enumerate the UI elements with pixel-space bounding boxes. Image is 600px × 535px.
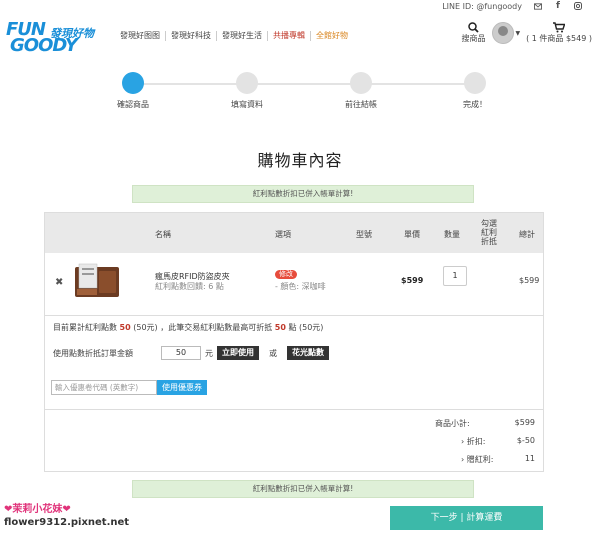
main-nav: 發現好图图 發現好科技 發現好生活 共播專輯 全館好物: [115, 31, 353, 41]
points-section: 目前累計紅利點數 50 (50元) ，此筆交易紅利點數最高可折抵 50 點 (5…: [45, 315, 543, 395]
edit-option-badge[interactable]: 修改: [275, 270, 297, 279]
step-label: 確認商品: [117, 100, 149, 109]
col-pick: 勾選 紅利 折抵: [481, 219, 497, 246]
points-text-c: 點 (50元): [288, 323, 324, 332]
top-bar: LINE ID: @fungoody f: [442, 0, 582, 12]
points-notice-bottom: 紅利點數折扣已併入帳單計算!: [132, 480, 474, 498]
nav-item-5[interactable]: 全館好物: [311, 31, 353, 41]
spend-all-points-button[interactable]: 花光點數: [287, 346, 329, 360]
mail-icon[interactable]: [534, 2, 542, 10]
table-row: ✖ 瘋馬皮RFID防盜皮夾 紅利點數回饋: 6 點 修改 - 顏色: 深咖啡 $…: [45, 253, 543, 319]
coupon-input[interactable]: 輸入優惠卷代碼 (英數字): [51, 380, 157, 395]
or-label: 或: [269, 348, 277, 358]
steps-line: [132, 83, 478, 85]
summary-discount: › 折扣: $-50: [435, 436, 535, 447]
bonus-value: 11: [524, 454, 535, 463]
cart-table: 名稱 選項 型號 單價 數量 勾選 紅利 折抵 總計 ✖ 瘋馬皮RFID防盜皮夾…: [44, 212, 544, 472]
watermark-name: ❤茉莉小花妹❤: [4, 504, 71, 515]
product-image[interactable]: [73, 261, 121, 301]
col-qty: 數量: [444, 230, 460, 239]
product-price: $599: [401, 276, 424, 285]
step-dot: [122, 72, 144, 94]
col-subtotal: 總計: [519, 230, 535, 239]
next-step-button[interactable]: 下一步 | 計算運費: [390, 506, 543, 530]
step-label: 完成！: [463, 100, 487, 109]
cart-button[interactable]: ( 1 件商品 $549 ): [526, 22, 592, 44]
remove-item-icon[interactable]: ✖: [55, 277, 63, 288]
step-done: 完成！: [435, 72, 515, 110]
site-logo[interactable]: FUN 發現好物 GOODY: [6, 19, 106, 59]
step-label: 前往結帳: [345, 100, 377, 109]
summary-bonus: › 贈紅利: 11: [435, 454, 535, 465]
col-pick-2: 紅利: [481, 228, 497, 237]
nav-item-1[interactable]: 發現好图图: [115, 31, 166, 41]
points-current: 50: [119, 323, 131, 332]
col-name: 名稱: [155, 230, 171, 239]
apply-points-button[interactable]: 立即使用: [217, 346, 259, 360]
points-use-label: 使用點數折抵訂單金額: [53, 348, 133, 358]
quantity-input[interactable]: 1: [443, 266, 467, 286]
points-unit: 元: [205, 348, 213, 358]
checkout-steps: 確認商品 填寫資料 前往結帳 完成！: [0, 72, 600, 112]
search-label: 搜商品: [461, 34, 486, 43]
step-checkout: 前往結帳: [321, 72, 401, 110]
points-text-b: (50元) ，此筆交易紅利點數最高可折抵: [133, 323, 273, 332]
col-model: 型號: [356, 230, 372, 239]
line-id[interactable]: LINE ID: @fungoody: [442, 2, 522, 11]
bonus-label[interactable]: › 贈紅利:: [461, 454, 493, 465]
points-apply-row: 使用點數折抵訂單金額 50 元 立即使用 或 花光點數: [53, 346, 329, 360]
site-header: FUN 發現好物 GOODY 發現好图图 發現好科技 發現好生活 共播專輯 全館…: [0, 14, 600, 62]
nav-item-3[interactable]: 發現好生活: [217, 31, 268, 41]
points-text-a: 目前累計紅利點數: [53, 323, 117, 332]
points-notice-top: 紅利點數折扣已併入帳單計算!: [132, 185, 474, 203]
step-fill-info: 填寫資料: [207, 72, 287, 110]
apply-coupon-button[interactable]: 使用優惠券: [157, 380, 207, 395]
cart-icon: [553, 22, 566, 33]
coupon-row: 輸入優惠卷代碼 (英數字) 使用優惠券: [51, 380, 207, 395]
step-label: 填寫資料: [231, 100, 263, 109]
search-button[interactable]: 搜商品: [462, 22, 486, 44]
summary-subtotal: 商品小計: $599: [435, 418, 535, 429]
search-icon: [468, 22, 479, 33]
chevron-down-icon: ▼: [515, 29, 521, 37]
logo-goody: GOODY: [10, 35, 78, 56]
product-subtotal: $599: [519, 276, 540, 285]
nav-item-4[interactable]: 共播專輯: [268, 31, 311, 41]
cart-summary: ( 1 件商品 $549 ): [526, 34, 592, 43]
watermark-url: flower9312.pixnet.net: [4, 517, 130, 528]
discount-value: $-50: [516, 436, 535, 445]
nav-item-2[interactable]: 發現好科技: [166, 31, 217, 41]
account-menu[interactable]: ▼: [491, 22, 521, 44]
subtotal-label: 商品小計:: [435, 419, 470, 428]
points-info: 目前累計紅利點數 50 (50元) ，此筆交易紅利點數最高可折抵 50 點 (5…: [53, 322, 323, 333]
header-actions: 搜商品 ▼ ( 1 件商品 $549 ): [462, 22, 592, 44]
step-confirm: 確認商品: [93, 72, 173, 110]
col-unit-price: 單價: [404, 230, 420, 239]
table-header: 名稱 選項 型號 單價 數量 勾選 紅利 折抵 總計: [45, 213, 543, 253]
product-points: 紅利點數回饋: 6 點: [155, 282, 224, 291]
watermark: ❤茉莉小花妹❤ flower9312.pixnet.net: [4, 503, 129, 529]
page-title: 購物車內容: [257, 151, 343, 170]
step-dot: [236, 72, 258, 94]
subtotal-value: $599: [514, 418, 535, 427]
order-summary: 商品小計: $599 › 折扣: $-50 › 贈紅利: 11: [45, 409, 543, 464]
product-option: - 顏色: 深咖啡: [275, 282, 326, 291]
points-amount-input[interactable]: 50: [161, 346, 201, 360]
discount-label[interactable]: › 折扣:: [461, 436, 485, 447]
col-pick-1: 勾選: [481, 219, 497, 228]
col-pick-3: 折抵: [481, 237, 497, 246]
step-dot: [350, 72, 372, 94]
points-max: 50: [274, 323, 286, 332]
facebook-icon[interactable]: f: [554, 1, 562, 11]
step-dot: [464, 72, 486, 94]
col-option: 選項: [275, 230, 291, 239]
avatar: [491, 22, 514, 44]
instagram-icon[interactable]: [574, 2, 582, 10]
